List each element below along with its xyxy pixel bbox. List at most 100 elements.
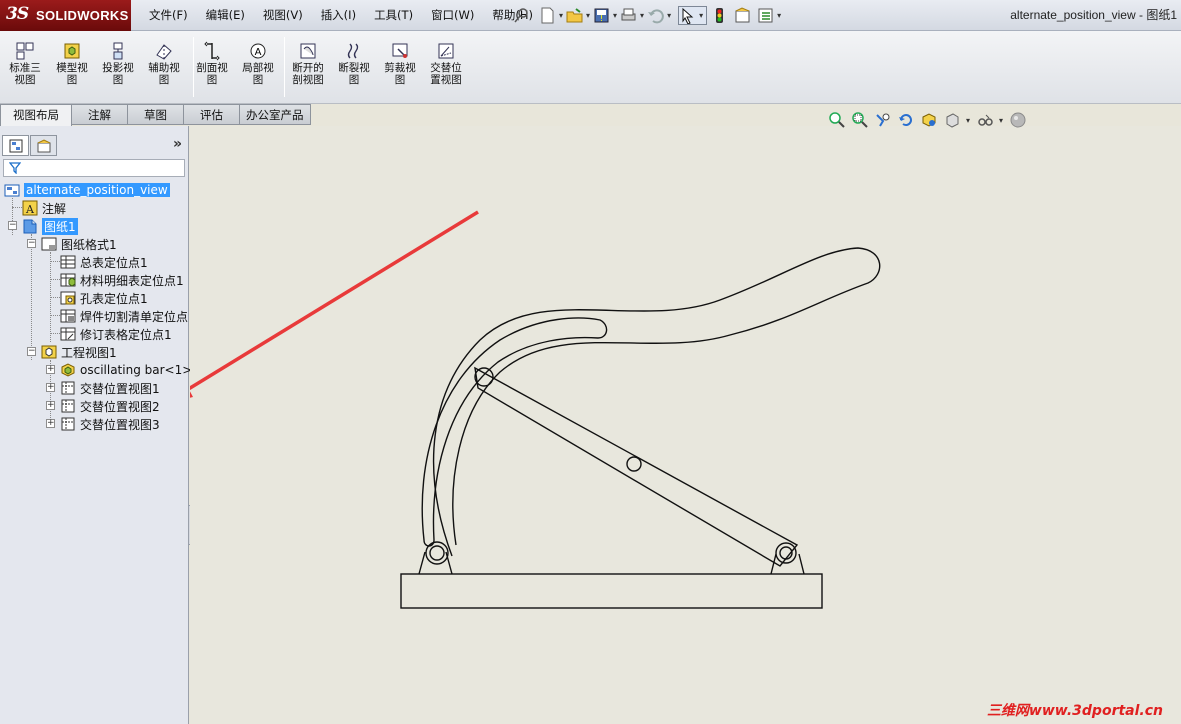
- base-plate: [400, 573, 823, 609]
- tree-connector: [50, 333, 60, 334]
- chevron-down-icon[interactable]: ▾: [966, 116, 970, 125]
- select-tool[interactable]: ▾: [678, 6, 708, 25]
- alternate-position-view-button[interactable]: 交替位 置视图: [424, 41, 468, 86]
- annotations-folder-icon: A: [22, 200, 38, 216]
- chevron-down-icon[interactable]: ▾: [699, 11, 703, 20]
- open-folder-icon[interactable]: [566, 7, 583, 24]
- tree-item-alternate-view-1[interactable]: 交替位置视图1: [60, 379, 160, 397]
- menu-bar: 文件(F) 编辑(E) 视图(V) 插入(I) 工具(T) 窗口(W) 帮助(H…: [140, 0, 542, 31]
- tree-item-weldment-cutlist-anchor[interactable]: 焊件切割清单定位点: [60, 307, 188, 325]
- tree-item-hole-table-anchor[interactable]: 孔表定位点1: [60, 289, 148, 307]
- menu-window[interactable]: 窗口(W): [422, 0, 483, 31]
- chevron-down-icon[interactable]: ▾: [586, 11, 590, 20]
- collapse-toggle[interactable]: −: [8, 221, 17, 230]
- tree-item-sheet-format[interactable]: 图纸格式1: [41, 235, 117, 253]
- tree-item-annotations[interactable]: A 注解: [22, 199, 66, 217]
- solidworks-logo[interactable]: 3S SOLIDWORKS: [0, 0, 131, 31]
- mechanism-drawing: [400, 247, 881, 609]
- zoom-to-fit-icon[interactable]: [828, 111, 846, 129]
- property-manager-tab[interactable]: [30, 135, 57, 156]
- feature-manager-tab[interactable]: [2, 135, 29, 156]
- model-view-button[interactable]: 模型视 图: [50, 41, 94, 86]
- tree-item-label: 图纸格式1: [61, 237, 117, 252]
- detail-view-button[interactable]: A 局部视 图: [236, 41, 280, 86]
- section-view-button[interactable]: 剖面视 图: [190, 41, 234, 86]
- button-label: 剪裁视 图: [384, 62, 416, 86]
- crop-view-button[interactable]: 剪裁视 图: [378, 41, 422, 86]
- collapse-toggle[interactable]: −: [27, 239, 36, 248]
- button-label: 剖面视 图: [196, 62, 228, 86]
- tab-sketch[interactable]: 草图: [128, 104, 184, 125]
- tree-item-sheet[interactable]: 图纸1: [22, 217, 78, 235]
- rebuild-traffic-light-icon[interactable]: [711, 7, 728, 24]
- tree-item-label: 总表定位点1: [80, 255, 148, 270]
- pin-icon[interactable]: [513, 6, 530, 25]
- projected-view-icon: [113, 42, 123, 60]
- auxiliary-view-button[interactable]: 辅助视 图: [142, 41, 186, 86]
- tree-item-general-table-anchor[interactable]: 总表定位点1: [60, 253, 148, 271]
- standard-3-view-button[interactable]: 标准三 视图: [3, 41, 47, 86]
- save-icon[interactable]: !: [593, 7, 610, 24]
- menu-view[interactable]: 视图(V): [254, 0, 312, 31]
- drawing-view-icon: [41, 345, 57, 359]
- hide-show-items-icon[interactable]: [976, 111, 994, 129]
- link-bar: [474, 366, 799, 567]
- tree-item-drawing-view[interactable]: 工程视图1: [41, 343, 117, 361]
- tree-item-part[interactable]: oscillating bar<1>: [60, 361, 192, 379]
- weldment-cutlist-anchor-icon: [60, 309, 76, 323]
- expand-toggle[interactable]: +: [46, 419, 55, 428]
- break-view-button[interactable]: 断裂视 图: [332, 41, 376, 86]
- tree-item-bom-anchor[interactable]: 材料明细表定位点1: [60, 271, 184, 289]
- chevron-down-icon[interactable]: ▾: [999, 116, 1003, 125]
- tree-filter-input[interactable]: [3, 159, 185, 177]
- file-properties-icon[interactable]: [734, 7, 751, 24]
- tree-root[interactable]: alternate_position_view: [4, 181, 170, 199]
- tab-annotation[interactable]: 注解: [72, 104, 128, 125]
- graphics-area[interactable]: [190, 126, 1181, 724]
- alternate-position-view-icon: [61, 417, 75, 431]
- broken-out-section-button[interactable]: 断开的 剖视图: [286, 41, 330, 86]
- title-bar: 3S SOLIDWORKS 文件(F) 编辑(E) 视图(V) 插入(I) 工具…: [0, 0, 1181, 31]
- 3d-drawing-view-icon[interactable]: [920, 111, 938, 129]
- chevron-down-icon[interactable]: ▾: [613, 11, 617, 20]
- drawing-document-icon: [4, 184, 20, 197]
- break-view-icon: [347, 43, 359, 59]
- button-label: 辅助视 图: [148, 62, 180, 86]
- undo-icon[interactable]: [647, 7, 664, 24]
- menu-tools[interactable]: 工具(T): [365, 0, 422, 31]
- button-label: 交替位 置视图: [430, 62, 462, 86]
- print-icon[interactable]: [620, 7, 637, 24]
- chevron-down-icon[interactable]: ▾: [640, 11, 644, 20]
- annotation-arrow: [190, 210, 479, 398]
- projected-view-button[interactable]: 投影视 图: [96, 41, 140, 86]
- rotate-view-icon[interactable]: [897, 111, 915, 129]
- tree-item-revision-table-anchor[interactable]: 修订表格定位点1: [60, 325, 172, 343]
- new-document-icon[interactable]: [539, 7, 556, 24]
- expand-toggle[interactable]: +: [46, 365, 55, 374]
- previous-view-icon[interactable]: [874, 111, 892, 129]
- collapse-toggle[interactable]: −: [27, 347, 36, 356]
- chevron-down-icon[interactable]: ▾: [667, 11, 671, 20]
- chevron-down-icon[interactable]: ▾: [777, 11, 781, 20]
- menu-insert[interactable]: 插入(I): [312, 0, 365, 31]
- expand-panel-icon[interactable]: »: [173, 136, 182, 152]
- tab-office-products[interactable]: 办公室产品: [240, 104, 311, 125]
- feature-tree-icon: [9, 139, 22, 152]
- expand-toggle[interactable]: +: [46, 383, 55, 392]
- menu-edit[interactable]: 编辑(E): [197, 0, 254, 31]
- tree-item-alternate-view-2[interactable]: 交替位置视图2: [60, 397, 160, 415]
- display-style-icon[interactable]: [943, 111, 961, 129]
- options-icon[interactable]: [757, 7, 774, 24]
- tab-evaluate[interactable]: 评估: [184, 104, 240, 125]
- tree-item-alternate-view-3[interactable]: 交替位置视图3: [60, 415, 160, 433]
- pin-right: [775, 542, 797, 564]
- model-view-icon: [64, 43, 80, 59]
- alternate-position-view-icon: [438, 43, 454, 59]
- expand-toggle[interactable]: +: [46, 401, 55, 410]
- menu-file[interactable]: 文件(F): [140, 0, 197, 31]
- appearance-sphere-icon[interactable]: [1009, 111, 1027, 129]
- chevron-down-icon[interactable]: ▾: [559, 11, 563, 20]
- zoom-to-area-icon[interactable]: [851, 111, 869, 129]
- tab-view-layout[interactable]: 视图布局: [0, 104, 72, 126]
- tree-item-label: 图纸1: [42, 217, 78, 235]
